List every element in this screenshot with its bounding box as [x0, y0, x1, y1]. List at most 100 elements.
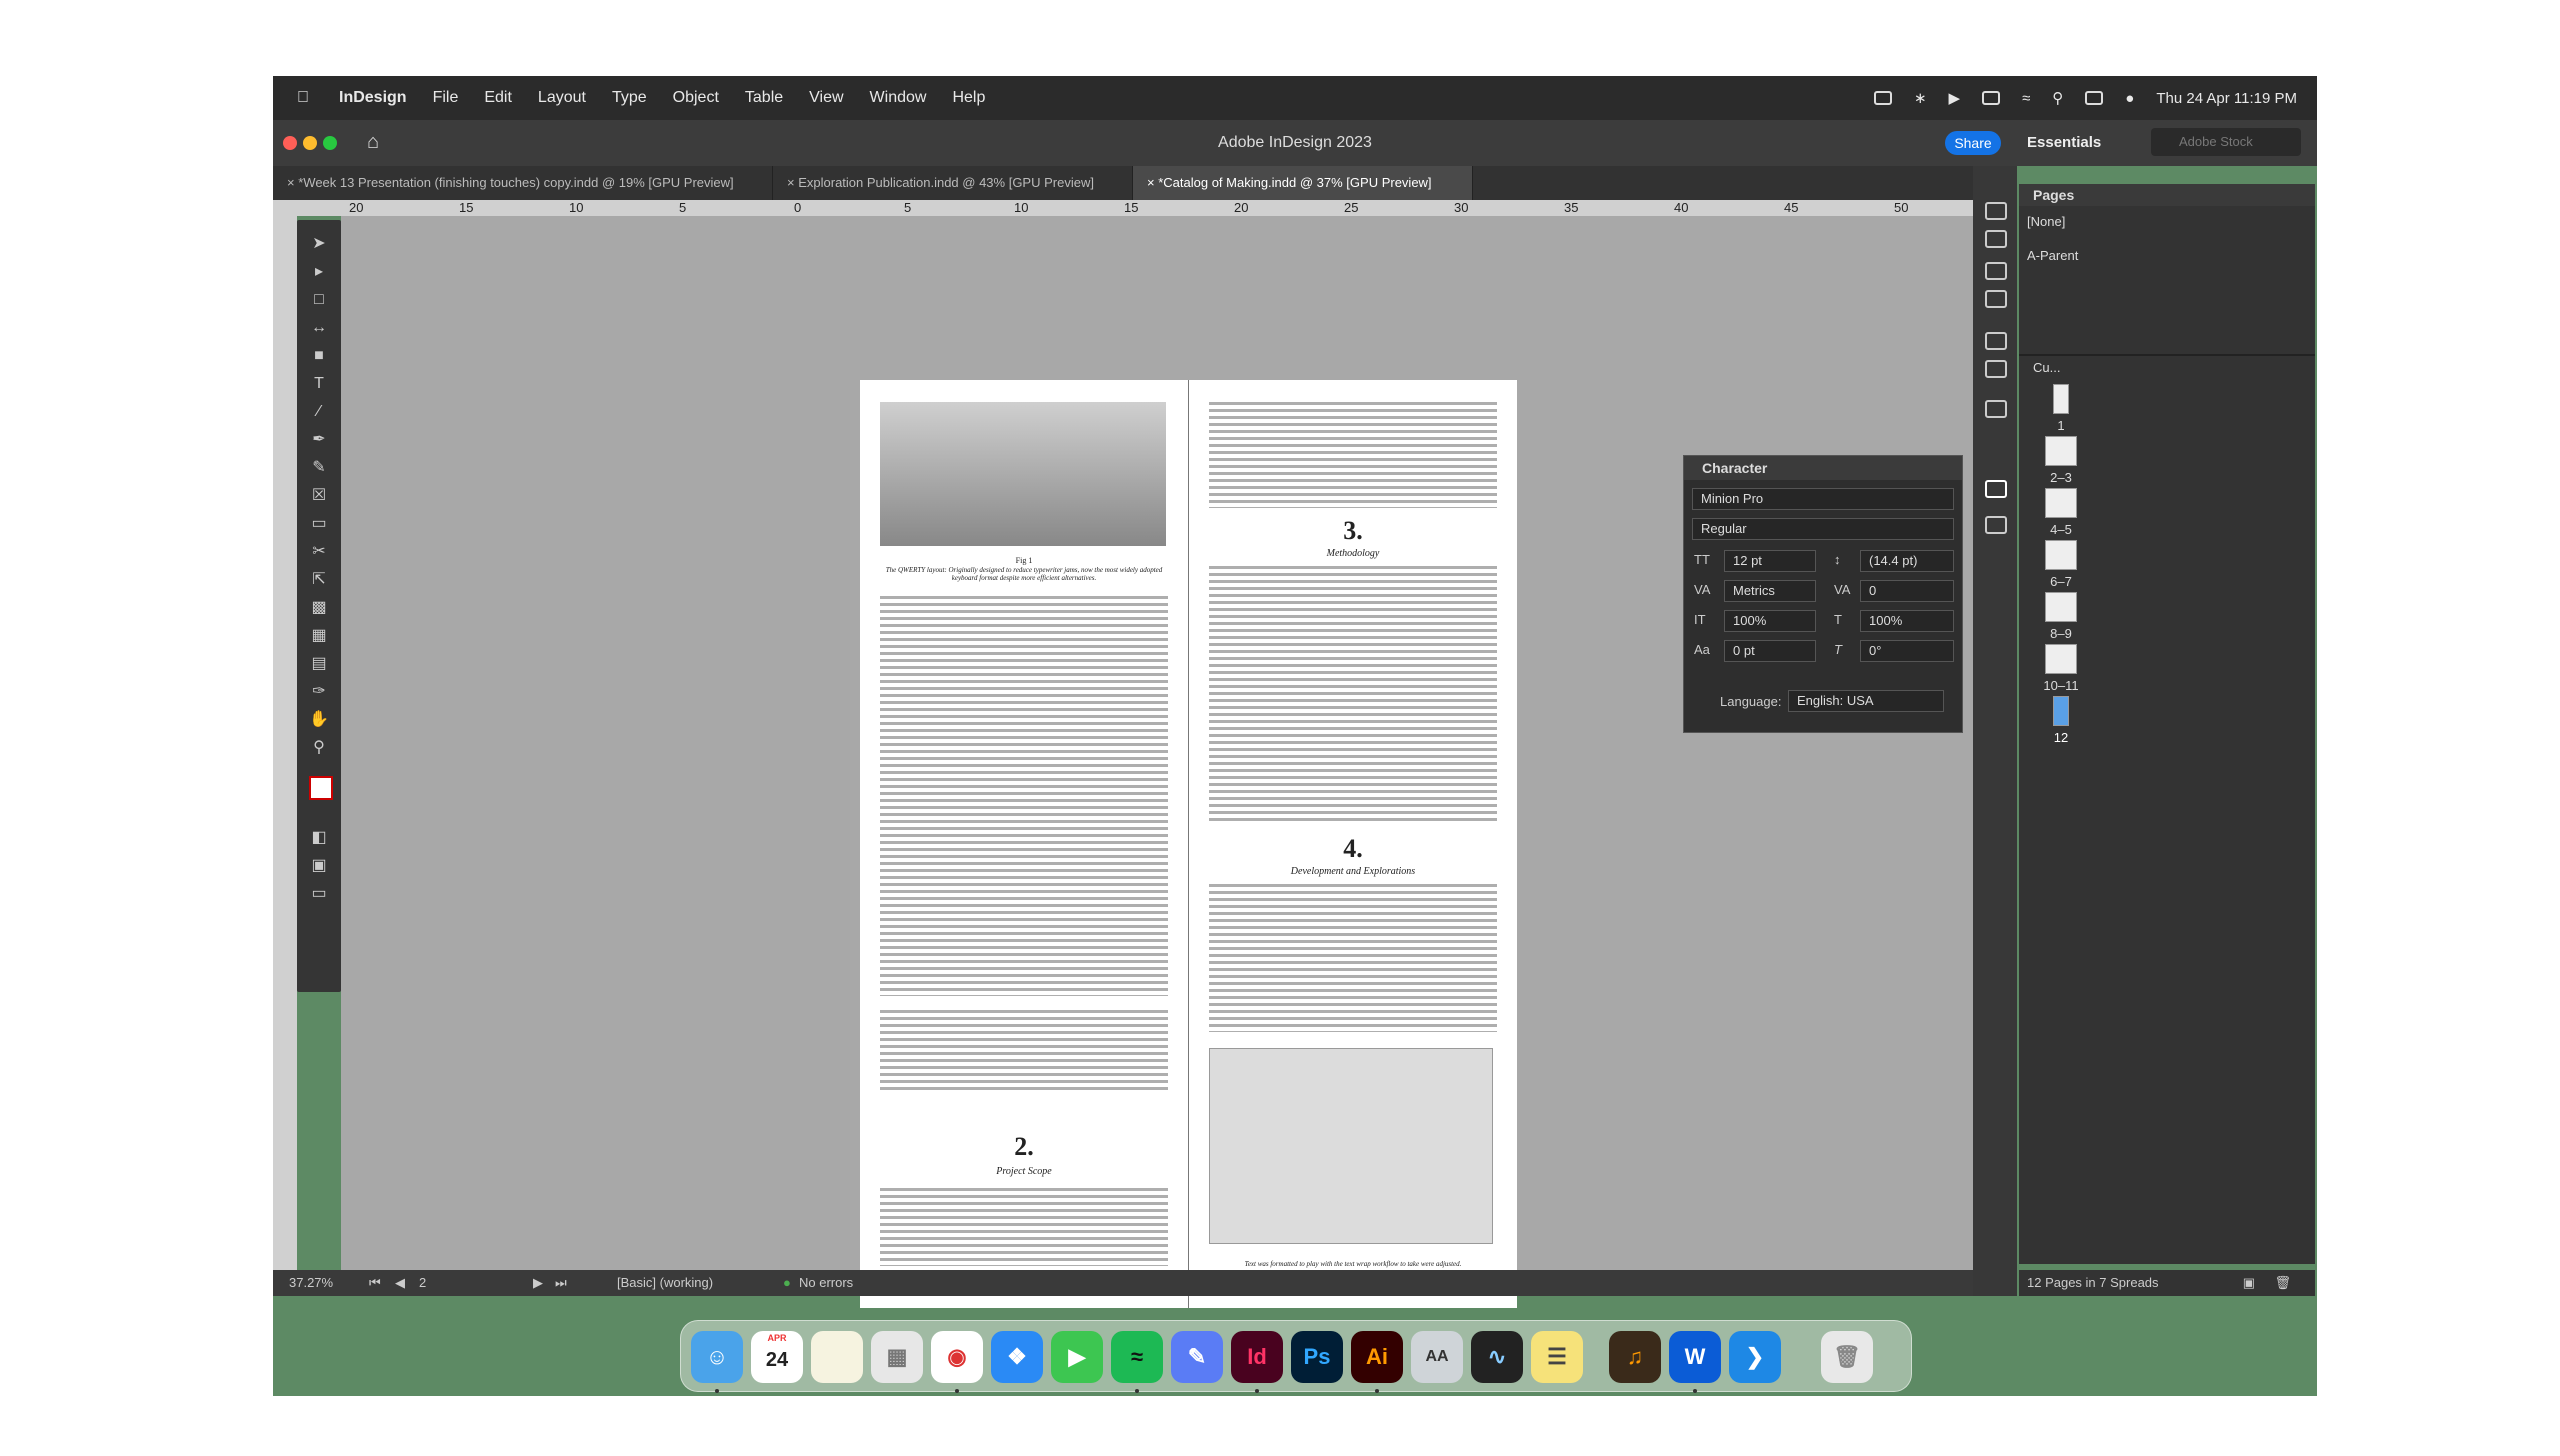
chrome-icon[interactable]: ◉	[931, 1331, 983, 1383]
body-text[interactable]	[1209, 566, 1497, 822]
body-text[interactable]	[880, 1188, 1168, 1266]
search-icon[interactable]: ⚲	[2052, 89, 2063, 107]
page-thumbnail[interactable]	[2045, 488, 2077, 518]
zoom-level[interactable]: 37.27%	[289, 1275, 333, 1290]
stickies-icon[interactable]: ☰	[1531, 1331, 1583, 1383]
notes-icon[interactable]	[811, 1331, 863, 1383]
photoshop-icon[interactable]: Ps	[1291, 1331, 1343, 1383]
finder-icon[interactable]: ☺	[691, 1331, 743, 1383]
pages-panel-title[interactable]: Pages	[2019, 184, 2315, 206]
preflight-status[interactable]: No errors	[799, 1275, 853, 1290]
bluetooth-icon[interactable]: ∗	[1914, 89, 1927, 107]
page-thumbnail[interactable]	[2045, 436, 2077, 466]
font-size-field[interactable]: 12 pt	[1724, 550, 1816, 572]
menu-window[interactable]: Window	[870, 89, 927, 107]
prev-page-icon[interactable]: ◀	[395, 1275, 405, 1291]
workspace-switcher[interactable]: Essentials	[2027, 134, 2101, 151]
paragraph-styles-icon[interactable]	[1985, 400, 2007, 418]
body-text[interactable]	[880, 596, 1168, 996]
siri-icon[interactable]: ●	[2125, 90, 2134, 107]
direct-selection-tool-icon[interactable]: ▸	[309, 262, 329, 282]
page-3[interactable]: 3. Methodology 4. Development and Explor…	[1189, 380, 1517, 1308]
menu-edit[interactable]: Edit	[484, 89, 512, 107]
page-thumbnail[interactable]	[2045, 540, 2077, 570]
page-thumbnail[interactable]	[2045, 592, 2077, 622]
creative-cloud-icon[interactable]	[1873, 91, 1892, 105]
vertical-ruler[interactable]	[273, 200, 297, 1270]
horizontal-ruler[interactable]: 20 15 10 5 0 5 10 15 20 25 30 35 40 45 5…	[297, 200, 1973, 216]
properties-icon[interactable]	[1985, 202, 2007, 220]
tab-week13[interactable]: × *Week 13 Presentation (finishing touch…	[273, 166, 773, 200]
vertical-scale-field[interactable]: 100%	[1724, 610, 1816, 632]
eyedropper-tool-icon[interactable]: ✑	[309, 682, 329, 702]
tab-exploration[interactable]: × Exploration Publication.indd @ 43% [GP…	[773, 166, 1133, 200]
facetime-icon[interactable]: ▶	[1051, 1331, 1103, 1383]
baseline-shift-field[interactable]: 0 pt	[1724, 640, 1816, 662]
last-page-icon[interactable]: ⏭	[555, 1275, 567, 1291]
free-transform-tool-icon[interactable]: ⇱	[309, 570, 329, 590]
leading-field[interactable]: (14.4 pt)	[1860, 550, 1954, 572]
links-icon[interactable]	[1985, 290, 2007, 308]
footnotes[interactable]	[880, 1010, 1168, 1090]
vscode-icon[interactable]: ❯	[1729, 1331, 1781, 1383]
page-thumbnail[interactable]	[2045, 644, 2077, 674]
normal-mode-icon[interactable]: ▣	[309, 856, 329, 876]
illustrator-icon[interactable]: Ai	[1351, 1331, 1403, 1383]
menu-type[interactable]: Type	[612, 89, 647, 107]
pasteboard[interactable]: Fig 1 The QWERTY layout: Originally desi…	[341, 216, 1973, 1308]
menu-file[interactable]: File	[433, 89, 459, 107]
zoom-tool-icon[interactable]: ⚲	[309, 738, 329, 758]
menu-layout[interactable]: Layout	[538, 89, 586, 107]
none-parent[interactable]: [None]	[2027, 214, 2065, 229]
kerning-field[interactable]: Metrics	[1724, 580, 1816, 602]
style-indicator[interactable]: [Basic] (working)	[617, 1275, 713, 1290]
pencil-tool-icon[interactable]: ✎	[309, 458, 329, 478]
hand-tool-icon[interactable]: ✋	[309, 710, 329, 730]
type-tool-icon[interactable]: T	[309, 374, 329, 394]
safari-icon[interactable]: ❖	[991, 1331, 1043, 1383]
play-icon[interactable]: ▶	[1949, 89, 1961, 107]
tab-catalog[interactable]: × *Catalog of Making.indd @ 37% [GPU Pre…	[1133, 166, 1473, 200]
stroke-icon[interactable]	[1985, 332, 2007, 350]
apple-icon[interactable]: 	[297, 89, 309, 107]
webex-icon[interactable]: W	[1669, 1331, 1721, 1383]
indesign-icon[interactable]: Id	[1231, 1331, 1283, 1383]
body-text[interactable]	[1209, 402, 1497, 508]
activity-monitor-icon[interactable]: ∿	[1471, 1331, 1523, 1383]
skew-field[interactable]: 0°	[1860, 640, 1954, 662]
fill-swatch-icon[interactable]	[309, 776, 333, 800]
garageband-icon[interactable]: ♫	[1609, 1331, 1661, 1383]
new-page-icon[interactable]: ▣	[2243, 1270, 2255, 1296]
rectangle-frame-tool-icon[interactable]: ☒	[309, 486, 329, 506]
rectangle-tool-icon[interactable]: ▭	[309, 514, 329, 534]
menu-view[interactable]: View	[809, 89, 843, 107]
character-icon[interactable]	[1985, 480, 2007, 498]
selection-tool-icon[interactable]: ➤	[309, 234, 329, 254]
pen-tool-icon[interactable]: ✒	[309, 430, 329, 450]
battery-icon[interactable]	[1982, 91, 2001, 105]
screenshot-image[interactable]	[1209, 1048, 1493, 1244]
font-family-select[interactable]: Minion Pro	[1692, 488, 1954, 510]
page-thumbnail[interactable]	[2053, 384, 2069, 414]
gradient-tool-icon[interactable]: ▩	[309, 598, 329, 618]
page-tool-icon[interactable]: □	[309, 290, 329, 310]
menu-object[interactable]: Object	[673, 89, 719, 107]
apply-none-icon[interactable]: ◧	[309, 828, 329, 848]
menu-help[interactable]: Help	[952, 89, 985, 107]
launchpad-icon[interactable]: ▦	[871, 1331, 923, 1383]
adobe-stock-search[interactable]: Adobe Stock	[2151, 128, 2301, 156]
body-text[interactable]	[1209, 884, 1497, 1032]
trash-icon[interactable]: 🗑	[1821, 1331, 1873, 1383]
menu-app-name[interactable]: InDesign	[339, 89, 407, 107]
share-button[interactable]: Share	[1945, 131, 2001, 155]
layers-icon[interactable]	[1985, 262, 2007, 280]
font-book-icon[interactable]: AA	[1411, 1331, 1463, 1383]
tracking-field[interactable]: 0	[1860, 580, 1954, 602]
page-thumbnail-selected[interactable]	[2053, 696, 2069, 726]
spotify-icon[interactable]: ≈	[1111, 1331, 1163, 1383]
gradient-feather-tool-icon[interactable]: ▦	[309, 626, 329, 646]
paragraph-icon[interactable]	[1985, 516, 2007, 534]
keyboard-image[interactable]	[880, 402, 1166, 546]
gap-tool-icon[interactable]: ↔	[309, 318, 329, 338]
swatches-icon[interactable]	[1985, 360, 2007, 378]
